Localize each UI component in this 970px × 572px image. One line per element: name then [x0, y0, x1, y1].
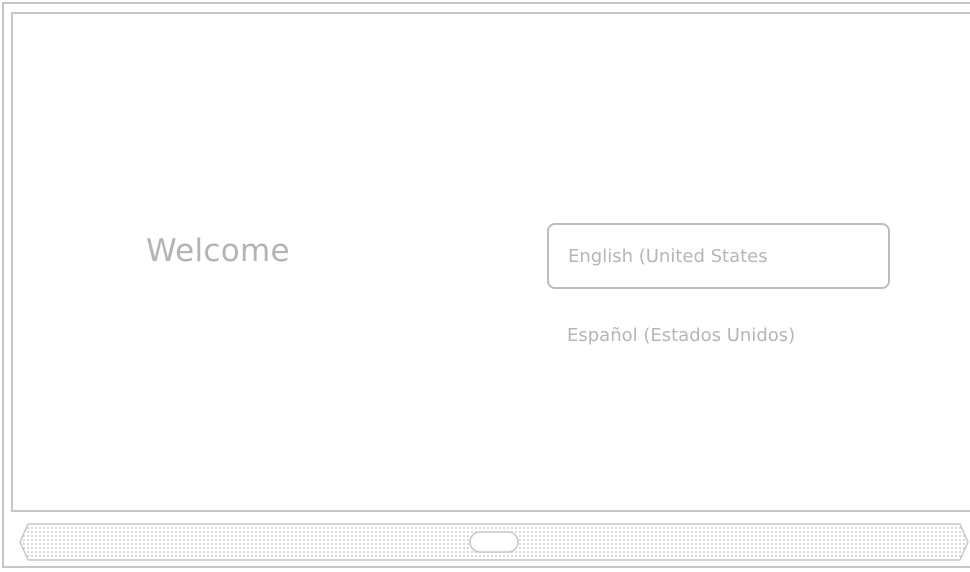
speaker-grille: [18, 522, 970, 562]
welcome-title: Welcome: [146, 233, 290, 269]
language-option-english[interactable]: English (United States: [547, 223, 890, 289]
device: Welcome English (United States Español (…: [0, 0, 970, 572]
language-option-spanish[interactable]: Español (Estados Unidos): [567, 325, 795, 346]
home-button[interactable]: [469, 531, 519, 553]
language-option-english-label: English (United States: [568, 245, 768, 267]
